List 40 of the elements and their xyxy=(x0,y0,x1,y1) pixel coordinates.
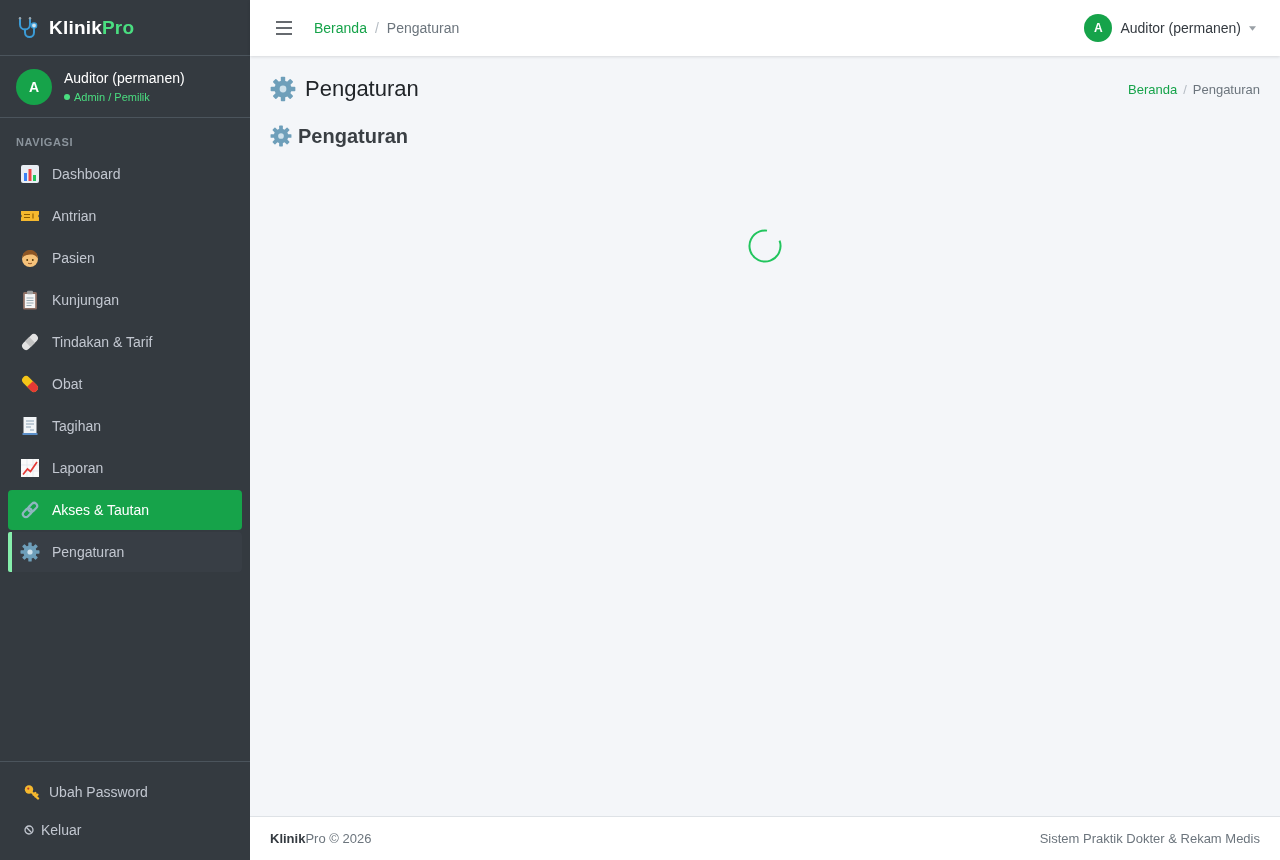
receipt-icon xyxy=(20,416,40,436)
brand-name[interactable]: KlinikPro xyxy=(49,16,135,39)
sidebar-nav-link[interactable]: Pengaturan xyxy=(8,532,242,572)
sidebar-nav-link[interactable]: Tindakan & Tarif xyxy=(8,322,242,362)
user-avatar: A xyxy=(16,68,52,105)
stethoscope-icon xyxy=(16,15,40,40)
section-title: Pengaturan xyxy=(298,124,409,148)
breadcrumb-separator: / xyxy=(1183,81,1187,97)
footer-tagline: Sistem Praktik Dokter & Rekam Medis xyxy=(1039,831,1260,846)
nav-heading: NAVIGASI xyxy=(15,135,75,150)
page-title: Pengaturan xyxy=(305,76,419,102)
link-icon xyxy=(20,500,40,520)
gear-icon xyxy=(270,125,292,147)
sidebar-nav-link[interactable]: Obat xyxy=(8,364,242,404)
breadcrumb-current: Pengaturan xyxy=(386,20,460,36)
gear-icon xyxy=(270,76,296,102)
user-avatar: A xyxy=(1084,14,1113,42)
sidebar-nav-link[interactable]: Antrian xyxy=(8,196,242,236)
prohibited-icon xyxy=(24,825,34,835)
caret-icon xyxy=(1249,25,1256,31)
sidebar-bottom-link[interactable]: Ubah Password xyxy=(24,773,148,811)
user-menu[interactable]: A Auditor (permanen) xyxy=(1084,14,1256,42)
key-icon xyxy=(24,784,40,800)
menu-icon xyxy=(276,21,292,35)
clipboard-icon xyxy=(20,290,40,310)
sidebar-nav-link[interactable]: Tagihan xyxy=(8,406,242,446)
breadcrumb-separator: / xyxy=(374,20,379,36)
person-icon xyxy=(20,248,40,268)
sidebar-nav-link[interactable]: Laporan xyxy=(8,448,242,488)
bar-chart-icon xyxy=(20,164,40,184)
footer-copyright: KlinikPro © 2026 xyxy=(270,831,372,846)
gear-icon xyxy=(20,542,40,562)
user-name: Auditor (permanen) xyxy=(64,69,185,87)
sidebar-nav-link[interactable]: Kunjungan xyxy=(8,280,242,320)
sidebar-nav-link[interactable]: Dashboard xyxy=(8,154,242,194)
breadcrumb-current: Pengaturan xyxy=(1192,81,1260,97)
line-chart-icon xyxy=(20,458,40,478)
user-role: Admin / Pemilik xyxy=(74,89,150,104)
sidebar-nav-link[interactable]: Pasien xyxy=(8,238,242,278)
sidebar-bottom-link[interactable]: Keluar xyxy=(24,811,82,849)
